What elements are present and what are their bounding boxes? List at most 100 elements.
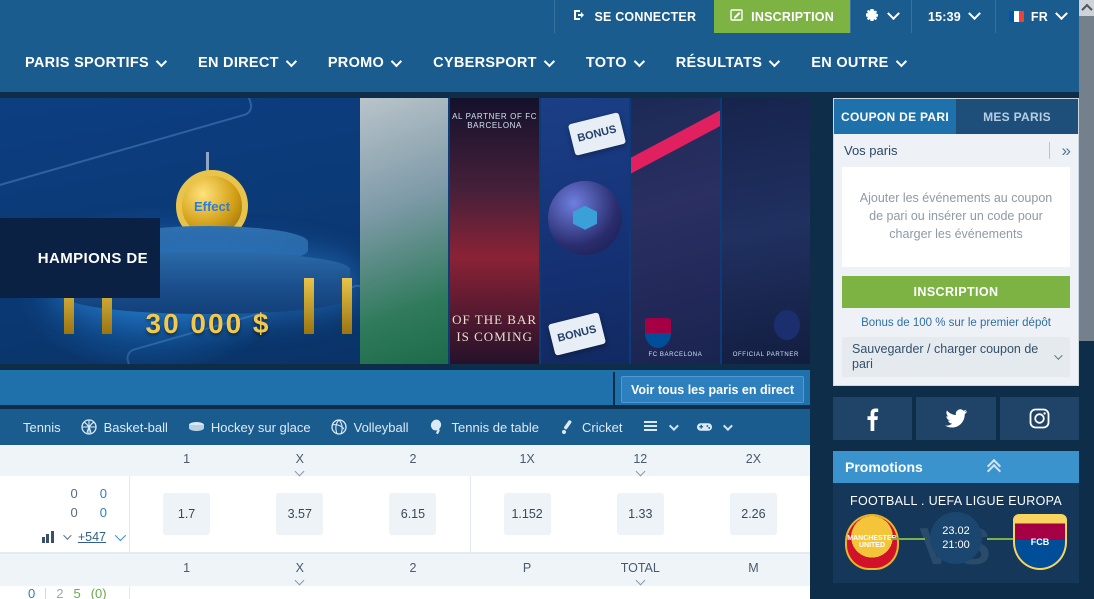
table-row[interactable]: 0 0 0 0 +547 1.7 3.57 6.15 1.152 1.33 2.… [0,476,810,553]
banner-thumb-barcelona-players[interactable]: FC BARCELONA [631,98,720,364]
promotions-header[interactable]: Promotions [833,451,1079,484]
banner-thumb-bonus-ball[interactable]: BONUS BONUS [540,98,630,364]
odds-col-x[interactable]: X [243,554,356,586]
odds-col-1[interactable]: 1 [130,445,243,466]
odds-cell-x[interactable]: 3.57 [243,493,356,535]
more-markets-link[interactable]: +547 [78,530,106,544]
odds-col-2[interactable]: 2 [356,554,469,575]
odds-col-2x[interactable]: 2X [697,445,810,466]
nav-item-en-outre[interactable]: EN OUTRE [794,33,920,92]
scroll-up-button[interactable] [1079,0,1094,16]
volleyball-icon [331,419,348,436]
promotion-card[interactable]: FOOTBALL . UEFA LIGUE EUROPA VS MANCHEST… [833,483,1079,584]
manchester-united-crest-icon: MANCHESTER UNITED [845,514,899,571]
page-scrollbar-track[interactable] [1079,16,1094,599]
sport-tab-ice-hockey[interactable]: Hockey sur glace [178,409,321,445]
odds-cell-1[interactable]: 1.7 [130,493,243,535]
odds-col-x[interactable]: X [243,445,356,477]
bet-slip-tabs: COUPON DE PARI MES PARIS [834,99,1078,134]
twitter-icon[interactable] [916,397,996,441]
odds-cell-12[interactable]: 1.33 [584,493,697,535]
odds-col-label: 1X [519,452,535,466]
facebook-icon[interactable] [833,397,913,441]
odds-cell-2[interactable]: 6.15 [356,493,469,535]
banner-thumbnail-strip: AL PARTNER OF FC BARCELONA OF THE BAR IS… [360,98,810,364]
save-load-coupon-row[interactable]: Sauvegarder / charger coupon de pari [842,337,1070,378]
odds-col-label: 12 [633,452,648,466]
sport-tab-basketball[interactable]: Basket-ball [71,409,178,445]
score-away: 0 [99,486,107,501]
nav-item-en-direct[interactable]: EN DIRECT [181,33,311,92]
odds-col-label: X [295,561,304,575]
login-label: SE CONNECTER [594,9,697,24]
nav-item-cybersport[interactable]: CYBERSPORT [416,33,569,92]
promotion-time: 21:00 [942,539,970,552]
match-score-cell-2: 0 2 5 (0) [0,586,130,599]
cricket-bat-icon [559,419,576,436]
settings-button[interactable] [849,0,911,33]
double-chevron-right-icon[interactable]: » [1062,142,1072,159]
banner-main-slide[interactable]: Effect 30 000 $ HAMPIONS DE [0,98,406,364]
nav-item-promo[interactable]: PROMO [311,33,416,92]
odds-col-p[interactable]: P [471,554,584,575]
sport-tab-tennis[interactable]: Tennis [0,409,71,445]
live-bets-button-wrap: Voir tous les paris en direct [613,372,810,407]
sport-tab-more-list[interactable] [632,409,686,445]
nav-item-resultats[interactable]: RÉSULTATS [659,33,794,92]
login-button[interactable]: SE CONNECTER [554,0,715,33]
podium-post [304,278,314,334]
chevron-down-icon[interactable] [63,531,72,540]
register-label: INSCRIPTION [751,9,834,24]
odds-button[interactable]: 2.26 [729,493,777,535]
tab-my-bets[interactable]: MES PARIS [956,99,1078,134]
odds-button[interactable]: 1.7 [163,493,211,535]
betslip-register-button[interactable]: INSCRIPTION [842,276,1070,309]
score-home: 0 [70,486,78,501]
tab-bet-slip[interactable]: COUPON DE PARI [834,99,956,134]
promo-banner-carousel[interactable]: Effect 30 000 $ HAMPIONS DE AL PARTNER O… [0,98,810,364]
chevron-down-icon[interactable] [114,529,127,542]
row-tools: +547 [41,529,127,544]
view-all-live-bets-button[interactable]: Voir tous les paris en direct [621,376,804,403]
sport-tab-volleyball[interactable]: Volleyball [321,409,419,445]
odds-col-1[interactable]: 1 [130,554,243,575]
sport-tab-table-tennis[interactable]: Tennis de table [419,409,549,445]
page-scrollbar-thumb[interactable] [1079,16,1094,341]
bet-slip-your-bets-row: Vos paris » [834,134,1078,167]
first-deposit-bonus-link[interactable]: Bonus de 100 % sur le premier dépôt [834,308,1078,337]
odds-col-m[interactable]: M [697,554,810,575]
register-button[interactable]: INSCRIPTION [714,0,850,33]
instagram-icon[interactable] [999,397,1079,441]
table-row[interactable]: 0 2 5 (0) [0,586,810,599]
time-selector[interactable]: 15:39 [910,0,995,33]
sport-tab-cricket[interactable]: Cricket [549,409,632,445]
odds-button[interactable]: 3.57 [276,493,324,535]
banner-thumb-barcelona-partner[interactable]: AL PARTNER OF FC BARCELONA OF THE BAR IS… [450,98,539,364]
nav-item-paris-sportifs[interactable]: PARIS SPORTIFS [8,33,181,92]
fcb-crest-icon [645,318,672,348]
france-flag-icon [1008,11,1024,22]
odds-cell-1x[interactable]: 1.152 [471,493,584,535]
odds-button[interactable]: 6.15 [389,493,437,535]
sport-tab-cybersport[interactable] [686,409,740,445]
odds-col-2[interactable]: 2 [356,445,469,466]
basketball-icon [81,419,98,436]
banner-thumb-stadium-van[interactable] [360,98,449,364]
chevron-down-icon [669,420,680,431]
ring-label: Effect [193,198,231,214]
nav-label: TOTO [585,54,627,71]
odds-cell-2x[interactable]: 2.26 [697,493,810,535]
odds-button[interactable]: 1.152 [503,493,551,535]
odds-col-label: 2X [745,452,762,466]
nav-item-toto[interactable]: TOTO [569,33,659,92]
banner-thumb-psg-partner[interactable]: OFFICIAL PARTNER [721,98,810,364]
odds-button[interactable]: 1.33 [616,493,664,535]
chevron-down-icon [887,7,900,21]
odds-col-total[interactable]: TOTAL [584,554,697,586]
double-chevron-up-icon[interactable] [986,459,1067,479]
bar-chart-icon[interactable] [41,531,54,543]
chevron-down-icon [543,55,555,67]
odds-col-1x[interactable]: 1X [471,445,584,466]
language-selector[interactable]: FR [994,0,1079,33]
odds-col-12[interactable]: 12 [584,445,697,477]
